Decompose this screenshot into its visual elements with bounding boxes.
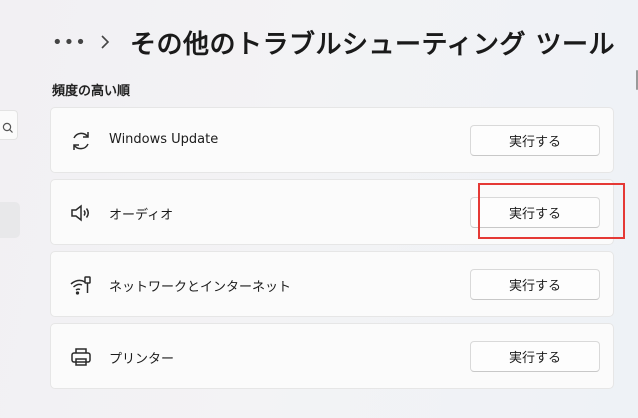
more-options-button[interactable]: ••• [52, 32, 86, 53]
highlight-box [478, 183, 625, 239]
section-title: 頻度の高い順 [52, 84, 131, 99]
run-button-printer[interactable]: 実行する [470, 341, 600, 372]
refresh-icon [69, 129, 93, 153]
nav-item-selected[interactable] [0, 202, 20, 238]
troubleshooter-label: ネットワークとインターネット [109, 280, 292, 295]
search-box[interactable] [0, 110, 18, 140]
speaker-icon [69, 201, 93, 225]
chevron-right-icon [94, 35, 116, 49]
run-button-windows-update[interactable]: 実行する [470, 125, 600, 156]
printer-icon [69, 345, 93, 369]
troubleshooter-label: オーディオ [109, 208, 174, 223]
search-icon [2, 119, 14, 138]
page-title: その他のトラブルシューティング ツール [130, 29, 615, 60]
troubleshooter-card-printer: プリンター 実行する [50, 323, 614, 389]
troubleshooter-label: Windows Update [109, 132, 219, 147]
troubleshooter-label: プリンター [109, 352, 175, 367]
run-button-network[interactable]: 実行する [470, 269, 600, 300]
navigation-pane [0, 0, 20, 418]
troubleshooter-card-network: ネットワークとインターネット 実行する [50, 251, 614, 317]
page-header: ••• その他のトラブルシューティング ツール [52, 20, 615, 64]
wifi-ethernet-icon [69, 273, 93, 297]
troubleshooter-card-windows-update: Windows Update 実行する [50, 107, 614, 173]
